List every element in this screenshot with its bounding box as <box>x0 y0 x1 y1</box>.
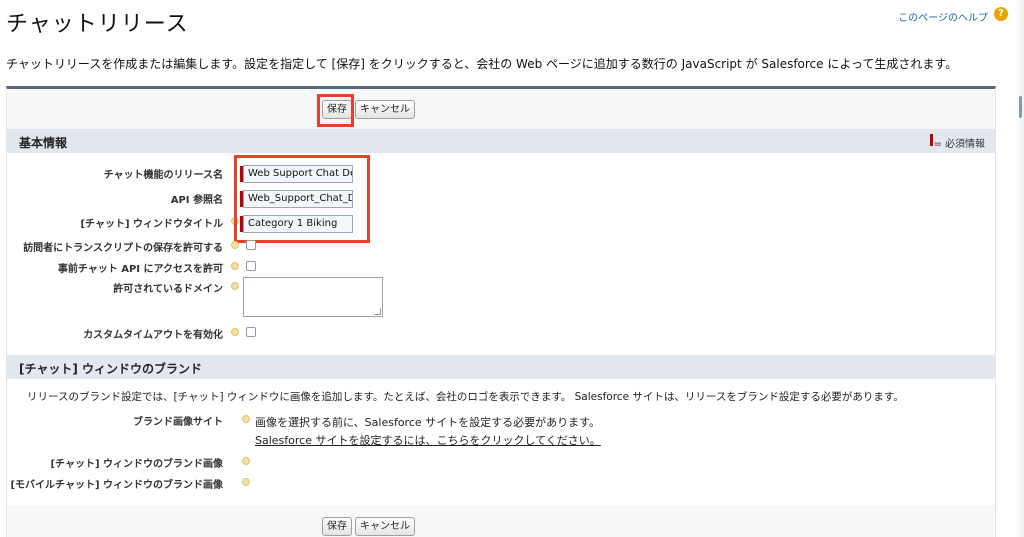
info-icon <box>231 262 239 270</box>
section-title-basic-info: 基本情報 <box>19 136 68 150</box>
cancel-button-top[interactable]: キャンセル <box>355 100 415 119</box>
section-title-branding: [チャット] ウィンドウのブランド <box>19 362 203 376</box>
allow-transcript-checkbox[interactable] <box>246 240 256 250</box>
question-mark-icon[interactable]: ? <box>994 7 1008 21</box>
branding-body: リリースのブランド設定では、[チャット] ウィンドウに画像を追加します。たとえば… <box>7 379 995 505</box>
release-name-label: チャット機能のリリース名 <box>103 170 223 181</box>
brand-site-label: ブランド画像サイト <box>133 417 223 428</box>
allowed-domains-textarea[interactable] <box>243 277 383 317</box>
page-title: チャットリリース <box>6 12 189 37</box>
window-brand-image-label: [チャット] ウィンドウのブランド画像 <box>50 459 223 470</box>
highlight-save-button <box>317 94 354 127</box>
branding-description: リリースのブランド設定では、[チャット] ウィンドウに画像を追加します。たとえば… <box>27 391 904 403</box>
info-icon <box>231 328 239 336</box>
custom-timeout-checkbox[interactable] <box>246 327 256 337</box>
scroll-thumb[interactable] <box>1019 96 1022 118</box>
highlight-name-fields <box>234 155 370 243</box>
api-name-label: API 参照名 <box>170 195 223 206</box>
save-button-bottom[interactable]: 保存 <box>322 517 352 536</box>
info-icon <box>231 282 239 290</box>
allowed-domains-label: 許可されているドメイン <box>113 284 223 295</box>
configure-site-link[interactable]: Salesforce サイトを設定するには、こちらをクリックしてください。 <box>255 432 601 448</box>
info-icon <box>242 478 250 486</box>
prechat-api-checkbox[interactable] <box>246 261 256 271</box>
window-title-label: [チャット] ウィンドウタイトル <box>80 219 223 230</box>
branding-header: [チャット] ウィンドウのブランド <box>7 355 995 379</box>
help-link[interactable]: このページのヘルプ <box>898 9 988 24</box>
edit-panel: 保存 キャンセル 基本情報 = 必須情報 チャット機能のリリース名 Web Su… <box>6 86 996 537</box>
info-icon <box>242 415 250 423</box>
right-scroll-edge <box>1016 0 1024 537</box>
cancel-button-bottom[interactable]: キャンセル <box>355 517 415 536</box>
brand-site-text: 画像を選択する前に、Salesforce サイトを設定する必要があります。 <box>255 416 601 429</box>
custom-timeout-label: カスタムタイムアウトを有効化 <box>83 330 223 341</box>
required-legend: = 必須情報 <box>933 139 985 150</box>
resize-handle-icon[interactable] <box>374 308 381 315</box>
prechat-api-label: 事前チャット API にアクセスを許可 <box>57 264 223 275</box>
mobile-brand-image-label: [モバイルチャット] ウィンドウのブランド画像 <box>10 480 223 491</box>
info-icon <box>242 457 250 465</box>
basic-info-header: 基本情報 = 必須情報 <box>7 129 995 153</box>
info-icon <box>231 241 239 249</box>
intro-text: チャットリリースを作成または編集します。設定を指定して [保存] をクリックする… <box>6 57 958 71</box>
basic-info-body: チャット機能のリリース名 Web Support Chat Deployment… <box>7 153 995 355</box>
allow-transcript-label: 訪問者にトランスクリプトの保存を許可する <box>23 243 223 254</box>
